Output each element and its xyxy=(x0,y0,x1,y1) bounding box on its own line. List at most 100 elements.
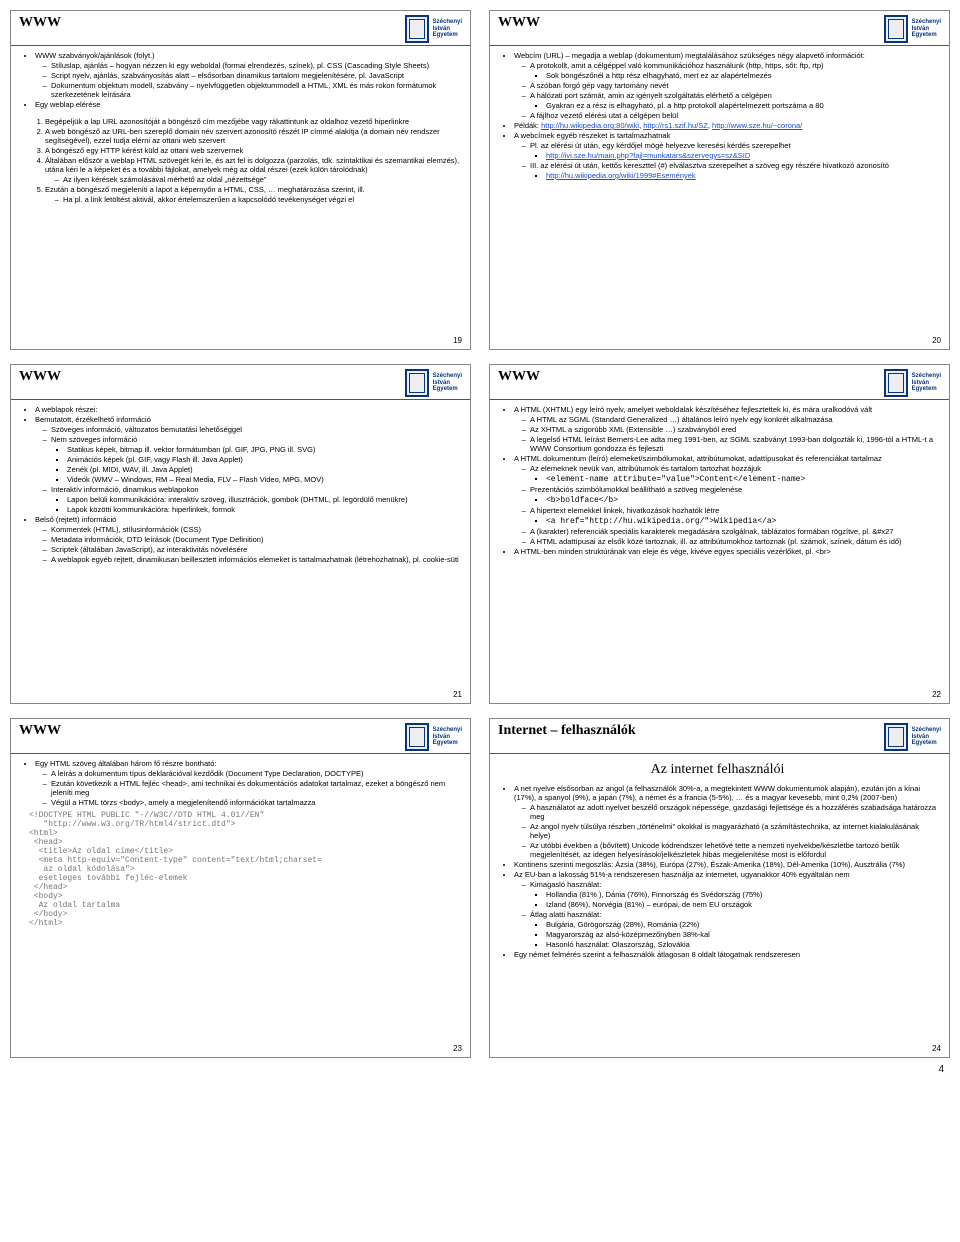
sub-bullet: Az ilyen kérések számolásával mérhető az… xyxy=(63,175,460,184)
code-snippet: <element-name attribute="value">Content<… xyxy=(546,475,805,484)
sub2-bullet: Videók (WMV – Windows, RM – Real Media, … xyxy=(67,475,460,484)
sub-bullet: Ezután következik a HTML fejléc <head>, … xyxy=(51,779,460,797)
slide-20: WWW Széchenyi István Egyetem Webcím (URL… xyxy=(489,10,950,350)
html-code-block: <!DOCTYPE HTML PUBLIC "-//W3C//DTD HTML … xyxy=(29,811,460,928)
slide-title: WWW xyxy=(498,15,540,31)
slide-header: WWW Széchenyi István Egyetem xyxy=(490,365,949,400)
crest-icon xyxy=(405,15,429,43)
sub-bullet: Interaktív információ, dinamikus weblapo… xyxy=(51,485,460,514)
example-link[interactable]: http://www.sze.hu/~corona/ xyxy=(712,121,802,130)
example-link[interactable]: http://rs1.szif.hu/SZ xyxy=(643,121,708,130)
bullet: A HTML (XHTML) egy leíró nyelv, amelyet … xyxy=(514,405,939,414)
sub-bullet: Metadata információk, DTD leírások (Docu… xyxy=(51,535,460,544)
example-link[interactable]: http://hu.wikipedia.org:80/wiki xyxy=(541,121,639,130)
sub2-bullet: Magyarország az alsó-középmezőnyben 38%-… xyxy=(546,930,939,939)
sub2-bullet: Hasonló használat: Olaszország, Szlováki… xyxy=(546,940,939,949)
bullet: Az EU-ban a lakosság 51%-a rendszeresen … xyxy=(514,870,939,879)
sub-bullet: A fájlhoz vezető elérési utat a célgépen… xyxy=(530,111,939,120)
sub-bullet: Pl. az elérési út után, egy kérdőjel mög… xyxy=(530,141,939,160)
slide-number: 22 xyxy=(932,690,941,699)
slide-body: Az internet felhasználói A net nyelve el… xyxy=(490,754,949,959)
example-link[interactable]: http://hu.wikipedia.org/wiki/1999#Esemén… xyxy=(546,171,696,180)
bullet: Egy weblap elérése xyxy=(35,100,460,109)
slide-19: WWW Széchenyi István Egyetem WWW szabván… xyxy=(10,10,471,350)
num-item: Általában először a weblap HTML szövegét… xyxy=(45,156,460,184)
bullet: WWW szabványok/ajánlások (folyt.) xyxy=(35,51,460,60)
sub2-bullet: Hollandia (81% ), Dánia (76%), Finnorszá… xyxy=(546,890,939,899)
crest-icon xyxy=(884,723,908,751)
sub2-bullet: Bulgária, Görögország (28%), Románia (22… xyxy=(546,920,939,929)
sub2-bullet: Animációs képek (pl. GIF, vagy Flash ill… xyxy=(67,455,460,464)
bullet: Belső (rejtett) információ xyxy=(35,515,460,524)
sub-bullet: Kimagasló használat: Hollandia (81% ), D… xyxy=(530,880,939,909)
sub2-bullet: Izland (86%), Norvégia (81%) – európai, … xyxy=(546,900,939,909)
num-item: A böngésző egy HTTP kérést küld az ottan… xyxy=(45,146,460,155)
sub-bullet: Script nyelv, ajánlás, szabványosítás al… xyxy=(51,71,460,80)
logo-text: Széchenyi István Egyetem xyxy=(912,727,941,747)
slide-number: 20 xyxy=(932,336,941,345)
crest-icon xyxy=(884,15,908,43)
page-footer-number: 4 xyxy=(10,1064,950,1075)
bullet: A net nyelve elsősorban az angol (a felh… xyxy=(514,784,939,802)
bullet: A HTML dokumentum (leíró) elemeket/szimb… xyxy=(514,454,939,463)
slide-subtitle: Az internet felhasználói xyxy=(496,762,939,778)
university-logo: Széchenyi István Egyetem xyxy=(884,15,941,43)
slide-title: Internet – felhasználók xyxy=(498,723,636,739)
university-logo: Széchenyi István Egyetem xyxy=(884,723,941,751)
sub-bullet: Ha pl. a link letöltést aktivál, akkor é… xyxy=(63,195,460,204)
num-item: Ezután a böngésző megjeleníti a lapot a … xyxy=(45,185,460,204)
bullet: A webcímek egyéb részeket is tartalmazha… xyxy=(514,131,939,140)
logo-text: Széchenyi István Egyetem xyxy=(433,373,462,393)
slide-number: 24 xyxy=(932,1044,941,1053)
slide-header: WWW Széchenyi István Egyetem xyxy=(490,11,949,46)
slide-number: 23 xyxy=(453,1044,462,1053)
code-snippet: <b>boldface</b> xyxy=(546,496,618,505)
slide-title: WWW xyxy=(19,15,61,31)
sub-bullet: Stíluslap, ajánlás – hogyan nézzen ki eg… xyxy=(51,61,460,70)
university-logo: Széchenyi István Egyetem xyxy=(405,723,462,751)
sub2-bullet: Zenék (pl. MIDI, WAV, ill. Java Applet) xyxy=(67,465,460,474)
sub-bullet: A protokollt, amit a célgéppel való komm… xyxy=(530,61,939,80)
sub-bullet: Az angol nyelv túlsúlya részben „történe… xyxy=(530,822,939,840)
bullet: Kontinens szerinti megoszlás: Ázsia (38%… xyxy=(514,860,939,869)
num-item: A web böngésző az URL-ben szereplő domai… xyxy=(45,127,460,145)
sub-bullet: A (karakter) referenciák speciális karak… xyxy=(530,527,939,536)
sub-bullet: A használatot az adott nyelvet beszélő o… xyxy=(530,803,939,821)
sub-bullet: Végül a HTML törzs <body>, amely a megje… xyxy=(51,798,460,807)
slide-header: WWW Széchenyi István Egyetem xyxy=(11,719,470,754)
code-snippet: <a href="http://hu.wikipedia.org/">Wikip… xyxy=(546,517,776,526)
sub-bullet: Szöveges információ, változatos bemutatá… xyxy=(51,425,460,434)
logo-text: Széchenyi István Egyetem xyxy=(912,19,941,39)
sub2-bullet: Sok böngészőnél a http rész elhagyható, … xyxy=(546,71,939,80)
slide-21: WWW Széchenyi István Egyetem A weblapok … xyxy=(10,364,471,704)
sub2-bullet: Statikus képek, bitmap ill. vektor formá… xyxy=(67,445,460,454)
sub-bullet: Az XHTML a szigorúbb XML (Extensible …) … xyxy=(530,425,939,434)
sub-bullet: III. az elérési út után, kettős keresztt… xyxy=(530,161,939,180)
sub-bullet: Nem szöveges információ Statikus képek, … xyxy=(51,435,460,484)
sub-bullet: Az elemeknek nevük van, attribútumok és … xyxy=(530,464,939,484)
bullet: Webcím (URL) – megadja a weblap (dokumen… xyxy=(514,51,939,60)
slide-title: WWW xyxy=(19,723,61,739)
slide-22: WWW Széchenyi István Egyetem A HTML (XHT… xyxy=(489,364,950,704)
slide-header: WWW Széchenyi István Egyetem xyxy=(11,365,470,400)
slide-title: WWW xyxy=(19,369,61,385)
sub2-bullet: Gyakran ez a rész is elhagyható, pl. a h… xyxy=(546,101,939,110)
crest-icon xyxy=(884,369,908,397)
slide-23: WWW Széchenyi István Egyetem Egy HTML sz… xyxy=(10,718,471,1058)
university-logo: Széchenyi István Egyetem xyxy=(405,15,462,43)
slide-header: WWW Széchenyi István Egyetem xyxy=(11,11,470,46)
num-item: Begépeljük a lap URL azonosítóját a böng… xyxy=(45,117,460,126)
slide-body: Egy HTML szöveg általában három fő részr… xyxy=(11,754,470,928)
slide-body: Webcím (URL) – megadja a weblap (dokumen… xyxy=(490,46,949,180)
sub2-bullet: Lapon belüli kommunikációra: interaktív … xyxy=(67,495,460,504)
slide-body: WWW szabványok/ajánlások (folyt.) Stílus… xyxy=(11,46,470,204)
sub-bullet: A HTML adattípusai az elsők közé tartozn… xyxy=(530,537,939,546)
bullet: Példák: http://hu.wikipedia.org:80/wiki,… xyxy=(514,121,939,130)
bullet: Egy HTML szöveg általában három fő részr… xyxy=(35,759,460,768)
slide-number: 19 xyxy=(453,336,462,345)
example-link[interactable]: http://ivi.sze.hu/main.php?fajl=munkatar… xyxy=(546,151,750,160)
sub-bullet: Az utóbbi években a (bővített) Unicode k… xyxy=(530,841,939,859)
bullet: A HTML-ben minden struktúrának van eleje… xyxy=(514,547,939,556)
sub-bullet: A leírás a dokumentum típus deklarációva… xyxy=(51,769,460,778)
sub2-bullet: Lapok közötti kommunikációra: hiperlinke… xyxy=(67,505,460,514)
